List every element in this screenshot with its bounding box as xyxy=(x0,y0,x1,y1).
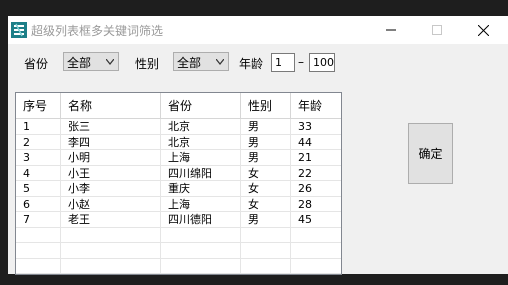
table-cell: 1 xyxy=(16,119,61,135)
table-cell: 7 xyxy=(16,212,61,228)
table-cell: 44 xyxy=(291,135,341,150)
table-cell xyxy=(241,258,291,274)
table-cell: 26 xyxy=(291,181,341,197)
table-cell: 3 xyxy=(16,150,61,166)
table-cell: 男 xyxy=(241,134,291,150)
gender-value: 全部 xyxy=(177,56,202,70)
table-cell: 女 xyxy=(241,181,291,197)
table-cell: 四川德阳 xyxy=(161,212,241,228)
table-cell xyxy=(241,227,291,243)
close-icon xyxy=(477,24,489,36)
table-cell: 21 xyxy=(291,150,341,166)
table-cell xyxy=(291,228,341,243)
table-cell xyxy=(241,243,291,259)
table-cell xyxy=(16,227,61,243)
province-dropdown[interactable]: 全部 xyxy=(63,52,119,71)
table-cell: 2 xyxy=(16,134,61,150)
column-header[interactable]: 省份 xyxy=(161,93,241,119)
table-cell: 重庆 xyxy=(161,181,241,197)
maximize-icon xyxy=(432,25,442,35)
table-cell xyxy=(291,243,341,259)
table-cell: 北京 xyxy=(161,119,241,135)
table-cell: 小李 xyxy=(61,181,161,197)
chevron-down-icon xyxy=(216,59,224,65)
table-cell xyxy=(161,227,241,243)
empty-row[interactable] xyxy=(16,227,341,243)
table-row[interactable]: 6 小赵 上海女 28 xyxy=(16,196,341,212)
table-cell: 4 xyxy=(16,165,61,181)
age-max-input[interactable]: 100 xyxy=(309,53,335,72)
column-header[interactable]: 序号 xyxy=(16,93,61,119)
table-cell: 男 xyxy=(241,150,291,166)
empty-row[interactable] xyxy=(16,258,341,274)
table-row[interactable]: 4 小王 四川绵阳女 22 xyxy=(16,165,341,181)
age-separator: – xyxy=(298,55,304,69)
table-cell: 张三 xyxy=(61,119,161,135)
province-label: 省份 xyxy=(24,57,49,71)
column-header[interactable]: 性别 xyxy=(241,93,291,119)
table-cell: 李四 xyxy=(61,134,161,150)
table-cell: 四川绵阳 xyxy=(161,165,241,181)
window-title: 超级列表框多关键词筛选 xyxy=(31,24,164,38)
table-cell: 22 xyxy=(291,166,341,181)
gender-dropdown[interactable]: 全部 xyxy=(173,52,229,71)
column-header[interactable]: 名称 xyxy=(61,93,161,119)
app-window: 超级列表框多关键词筛选 省份 全部 性别 全部 年龄 1 – 100 序号 名称省… xyxy=(8,16,508,275)
minimize-button[interactable] xyxy=(368,16,414,44)
background-window-edge xyxy=(0,226,8,248)
close-button[interactable] xyxy=(460,16,506,44)
table-cell: 28 xyxy=(291,197,341,212)
table-cell: 女 xyxy=(241,196,291,212)
app-icon xyxy=(11,22,27,38)
table-row[interactable]: 1 张三 北京男 33 xyxy=(16,119,341,135)
province-value: 全部 xyxy=(67,56,92,70)
maximize-button[interactable] xyxy=(414,16,460,44)
table-cell: 小明 xyxy=(61,150,161,166)
table-cell xyxy=(161,258,241,274)
table-cell: 6 xyxy=(16,196,61,212)
table-cell: 老王 xyxy=(61,212,161,228)
table-cell xyxy=(161,243,241,259)
table-cell: 5 xyxy=(16,181,61,197)
table-cell: 北京 xyxy=(161,134,241,150)
table-cell xyxy=(16,243,61,259)
table-cell: 上海 xyxy=(161,196,241,212)
table-cell: 上海 xyxy=(161,150,241,166)
table-cell: 45 xyxy=(291,212,341,228)
table-cell: 女 xyxy=(241,165,291,181)
title-bar[interactable]: 超级列表框多关键词筛选 xyxy=(8,16,508,44)
empty-row[interactable] xyxy=(16,243,341,259)
table-cell xyxy=(291,259,341,274)
table-cell xyxy=(61,227,161,243)
column-header[interactable]: 年龄 xyxy=(291,93,341,119)
table-cell: 男 xyxy=(241,212,291,228)
table-header: 序号 名称 省份 性别 年龄 xyxy=(16,93,341,119)
table-cell xyxy=(16,258,61,274)
results-list[interactable]: 序号 名称 省份 性别 年龄 1 张三 北京男 33 2 李四 北京男 44 3 小明 上海男 21 4 小王 四川… xyxy=(15,92,342,275)
gender-label: 性别 xyxy=(135,57,160,71)
table-row[interactable]: 5 小李 重庆女 26 xyxy=(16,181,341,197)
table-cell: 33 xyxy=(291,119,341,135)
table-cell: 小赵 xyxy=(61,196,161,212)
minimize-icon xyxy=(386,29,396,31)
confirm-button[interactable]: 确定 xyxy=(408,123,453,184)
chevron-down-icon xyxy=(106,59,114,65)
table-row[interactable]: 7 老王 四川德阳男 45 xyxy=(16,212,341,228)
table-row[interactable]: 3 小明 上海男 21 xyxy=(16,150,341,166)
table-cell: 小王 xyxy=(61,165,161,181)
table-cell xyxy=(61,243,161,259)
age-min-input[interactable]: 1 xyxy=(271,53,295,72)
table-cell xyxy=(61,258,161,274)
table-cell: 男 xyxy=(241,119,291,135)
age-label: 年龄 xyxy=(239,57,264,71)
table-row[interactable]: 2 李四 北京男 44 xyxy=(16,134,341,150)
